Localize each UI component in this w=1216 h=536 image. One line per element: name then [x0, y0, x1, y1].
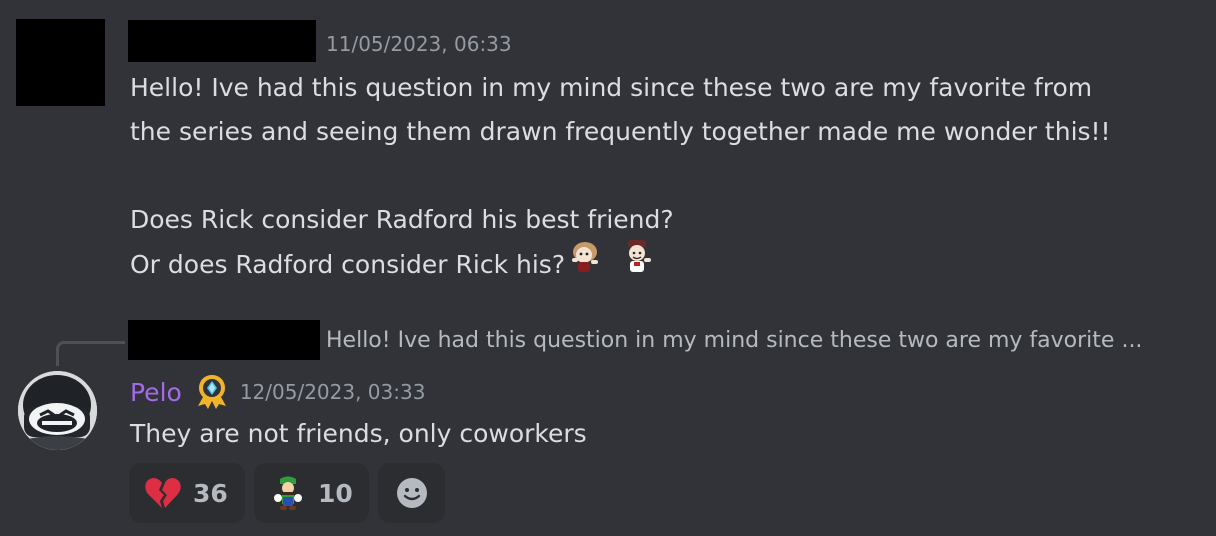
- reply-preview-text[interactable]: Hello! Ive had this question in my mind …: [326, 328, 1186, 353]
- reply-connector-line: [56, 341, 125, 366]
- message-body: Hello! Ive had this question in my mind …: [130, 66, 1200, 286]
- message-line: Or does Radford consider Rick his?: [130, 250, 566, 279]
- message-line: Hello! Ive had this question in my mind …: [130, 73, 1093, 102]
- message-header: Pelo 12/05/2023, 03:33: [130, 372, 425, 412]
- radford-sticker-emoji[interactable]: [565, 236, 605, 290]
- luigi-emoji-icon: [274, 476, 302, 510]
- add-reaction-button[interactable]: [378, 463, 445, 523]
- pelo-avatar-icon: [18, 371, 97, 450]
- rick-sticker-emoji[interactable]: [617, 236, 657, 290]
- reactions-bar: 36 10: [129, 463, 445, 523]
- reply-author-redacted[interactable]: [128, 320, 320, 360]
- reaction-count: 10: [318, 478, 353, 508]
- avatar[interactable]: [18, 371, 97, 450]
- reaction-count: 36: [193, 478, 228, 508]
- message-line: Does Rick consider Radford his best frie…: [130, 205, 674, 234]
- message-text: They are not friends, only coworkers: [130, 419, 587, 448]
- author-name-redacted[interactable]: [128, 20, 316, 62]
- reaction-broken-heart[interactable]: 36: [129, 463, 245, 523]
- add-reaction-icon: [396, 478, 427, 508]
- username[interactable]: Pelo: [130, 378, 182, 407]
- avatar-redacted[interactable]: [16, 19, 105, 106]
- message-line: the series and seeing them drawn frequen…: [130, 117, 1111, 146]
- chat-area: 11/05/2023, 06:33 Hello! Ive had this qu…: [0, 0, 1216, 536]
- gold-badge-icon[interactable]: [192, 372, 232, 412]
- message-line-with-emojis: Or does Radford consider Rick his?: [130, 240, 1200, 286]
- reaction-luigi[interactable]: 10: [254, 463, 369, 523]
- message-timestamp: 11/05/2023, 06:33: [326, 32, 512, 56]
- message-timestamp: 12/05/2023, 03:33: [239, 380, 426, 404]
- broken-heart-icon: [145, 478, 181, 508]
